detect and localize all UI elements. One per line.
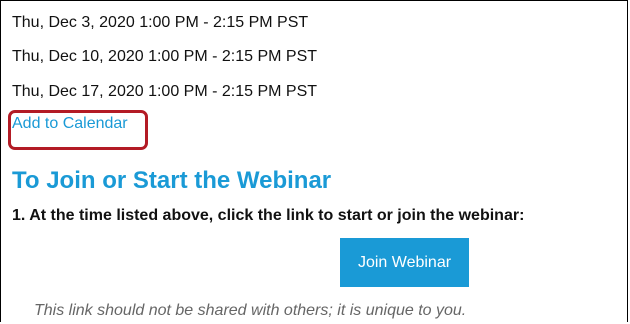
join-webinar-button[interactable]: Join Webinar [340, 238, 469, 287]
unique-link-note: This link should not be shared with othe… [34, 302, 467, 319]
session-date-3: Thu, Dec 17, 2020 1:00 PM - 2:15 PM PST [12, 83, 318, 100]
email-content-frame: Thu, Dec 3, 2020 1:00 PM - 2:15 PM PST T… [0, 0, 628, 322]
add-to-calendar-link[interactable]: Add to Calendar [12, 114, 128, 134]
join-step-1-text: 1. At the time listed above, click the l… [12, 207, 525, 224]
join-section-title: To Join or Start the Webinar [12, 167, 332, 194]
session-date-2: Thu, Dec 10, 2020 1:00 PM - 2:15 PM PST [12, 48, 318, 65]
session-date-1: Thu, Dec 3, 2020 1:00 PM - 2:15 PM PST [12, 14, 309, 31]
